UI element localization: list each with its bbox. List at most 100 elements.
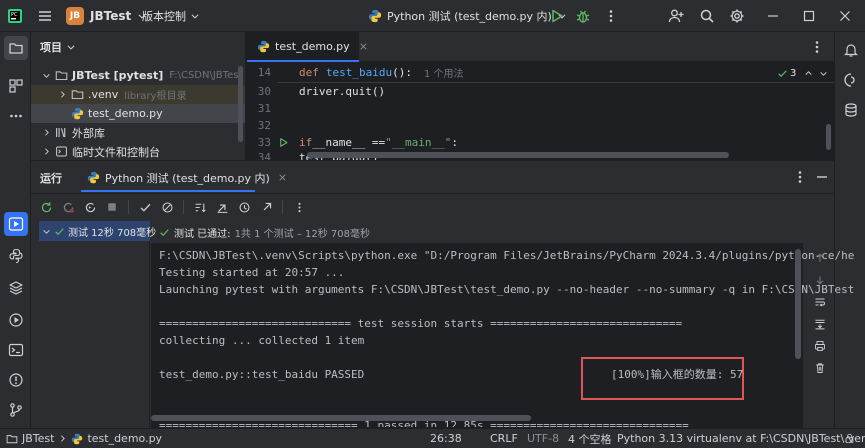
run-tool-icon[interactable] (4, 212, 28, 236)
database-icon[interactable] (839, 98, 863, 122)
test-status-prefix: 测试 已通过: (174, 228, 231, 240)
test-history-icon[interactable] (235, 198, 253, 216)
chevron-up-icon[interactable] (804, 69, 813, 78)
project-tool-folder-icon[interactable] (4, 36, 28, 60)
project-widget[interactable]: JB JBTest (66, 5, 147, 27)
close-tab-icon[interactable] (278, 173, 287, 182)
vcs-widget[interactable]: 版本控制 (142, 5, 200, 27)
console-line: collecting ... collected 1 item (159, 334, 365, 347)
run-gutter-icon[interactable] (273, 137, 293, 148)
python-file-icon (71, 433, 83, 445)
editor-tab-label: test_demo.py (275, 39, 350, 53)
rerun-icon[interactable] (37, 198, 55, 216)
python-test-icon (368, 9, 382, 23)
chevron-down-icon[interactable] (819, 69, 828, 78)
code-line-32[interactable]: 32 (247, 117, 834, 134)
svg-text:PC: PC (11, 12, 18, 18)
project-badge: JB (66, 7, 84, 25)
import-tests-icon[interactable] (213, 198, 231, 216)
editor-vertical-scrollbar[interactable] (826, 124, 831, 150)
minimize-window-icon[interactable] (762, 6, 784, 26)
layers-icon[interactable] (4, 276, 28, 300)
editor-tab-more-icon[interactable] (807, 38, 827, 56)
title-bar: PC JB JBTest 版本控制 Python 测试 (test_demo.p… (0, 0, 865, 32)
ai-assistant-icon[interactable] (839, 68, 863, 92)
breadcrumb-file[interactable]: test_demo.py (87, 432, 162, 445)
show-passed-icon[interactable] (136, 198, 154, 216)
export-icon[interactable] (257, 198, 275, 216)
settings-gear-icon[interactable] (726, 6, 748, 26)
run-config-selector[interactable]: Python 测试 (test_demo.py 内) (368, 5, 567, 27)
search-icon[interactable] (696, 6, 718, 26)
check-icon (777, 68, 788, 79)
arrow-up-icon[interactable] (811, 249, 829, 267)
test-tree-root[interactable]: 测试 12秒 708毫秒 (39, 221, 156, 241)
trash-icon[interactable] (811, 359, 829, 377)
file-encoding[interactable]: UTF-8 (527, 429, 559, 448)
tree-item-label: 外部库 (72, 126, 105, 140)
print-icon[interactable] (811, 337, 829, 355)
run-icon[interactable] (546, 6, 568, 26)
inspection-widget[interactable]: 3 (777, 66, 828, 80)
line-separator[interactable]: CRLF (490, 429, 518, 448)
debug-icon[interactable] (572, 6, 594, 26)
hide-panel-icon[interactable] (813, 168, 831, 186)
console-horizontal-scrollbar[interactable] (151, 415, 531, 421)
line-number: 14 (257, 66, 271, 79)
python-packages-icon[interactable] (4, 244, 28, 268)
main-menu-icon[interactable] (34, 6, 56, 26)
git-branch-icon[interactable] (4, 398, 28, 422)
more-actions-icon[interactable] (600, 6, 622, 26)
code-line-33[interactable]: 33 if __name__ == "__main__" : (247, 134, 834, 151)
more-tools-icon[interactable] (4, 104, 28, 128)
tree-item-external-libs[interactable]: 外部库 (31, 123, 245, 142)
indent-setting[interactable]: 4 个空格 (568, 429, 612, 448)
more-icon[interactable] (290, 198, 308, 216)
run-panel-options-icon[interactable] (791, 168, 809, 186)
python-interpreter[interactable]: Python 3.13 virtualenv at F:\CSDN\JBTest… (617, 429, 865, 448)
python-file-icon (69, 107, 85, 120)
terminal-icon[interactable] (4, 338, 28, 362)
project-scrollbar[interactable] (238, 66, 243, 142)
problems-icon[interactable] (4, 368, 28, 392)
status-bar: JBTest test_demo.py 26:38 CRLF UTF-8 4 个… (0, 428, 865, 448)
caret-position[interactable]: 26:38 (430, 429, 462, 448)
tree-item-project-root[interactable]: JBTest [pytest] F:\CSDN\JBTest (31, 66, 245, 85)
tree-item-venv[interactable]: .venv library根目录 (31, 85, 245, 104)
python-file-icon (257, 40, 270, 53)
right-tool-stripe (834, 32, 865, 428)
run-tab-python-test[interactable]: Python 测试 (test_demo.py 内) (81, 165, 286, 192)
maximize-window-icon[interactable] (798, 6, 820, 26)
chevron-right-icon (39, 147, 53, 156)
code-line-30[interactable]: 30 driver.quit() (247, 83, 834, 100)
tree-item-scratches[interactable]: 临时文件和控制台 (31, 142, 245, 161)
soft-wrap-icon[interactable] (811, 293, 829, 311)
services-icon[interactable] (4, 308, 28, 332)
console-output[interactable]: F:\CSDN\JBTest\.venv\Scripts\python.exe … (151, 243, 854, 429)
code-line-14[interactable]: 14 def test_baidu (): 1 个用法 (247, 64, 834, 81)
line-number: 32 (257, 119, 271, 132)
arrow-down-icon[interactable] (811, 271, 829, 289)
close-tab-icon[interactable] (359, 42, 368, 51)
tree-item-hint: library根目录 (124, 91, 187, 102)
console-vertical-scrollbar[interactable] (795, 249, 801, 359)
editor-horizontal-scrollbar[interactable] (307, 152, 729, 158)
breadcrumb-project[interactable]: JBTest (22, 432, 54, 445)
rerun-failed-icon[interactable] (59, 198, 77, 216)
sort-icon[interactable] (191, 198, 209, 216)
structure-icon[interactable] (4, 74, 28, 98)
editor-tab-test-demo[interactable]: test_demo.py (247, 32, 367, 62)
close-window-icon[interactable] (834, 6, 856, 26)
console-line: test_demo.py::test_baidu PASSED (159, 368, 365, 381)
add-user-icon[interactable] (665, 6, 687, 26)
lock-icon[interactable] (840, 429, 858, 448)
notifications-bell-icon[interactable] (839, 38, 863, 62)
stop-icon[interactable] (103, 198, 121, 216)
show-ignored-icon[interactable] (158, 198, 176, 216)
line-number: 30 (257, 85, 271, 98)
project-panel-header[interactable]: 项目 (40, 38, 76, 56)
scroll-to-end-icon[interactable] (811, 315, 829, 333)
code-line-31[interactable]: 31 (247, 100, 834, 117)
tree-item-test-file[interactable]: test_demo.py (31, 104, 245, 123)
toggle-auto-test-icon[interactable] (81, 198, 99, 216)
